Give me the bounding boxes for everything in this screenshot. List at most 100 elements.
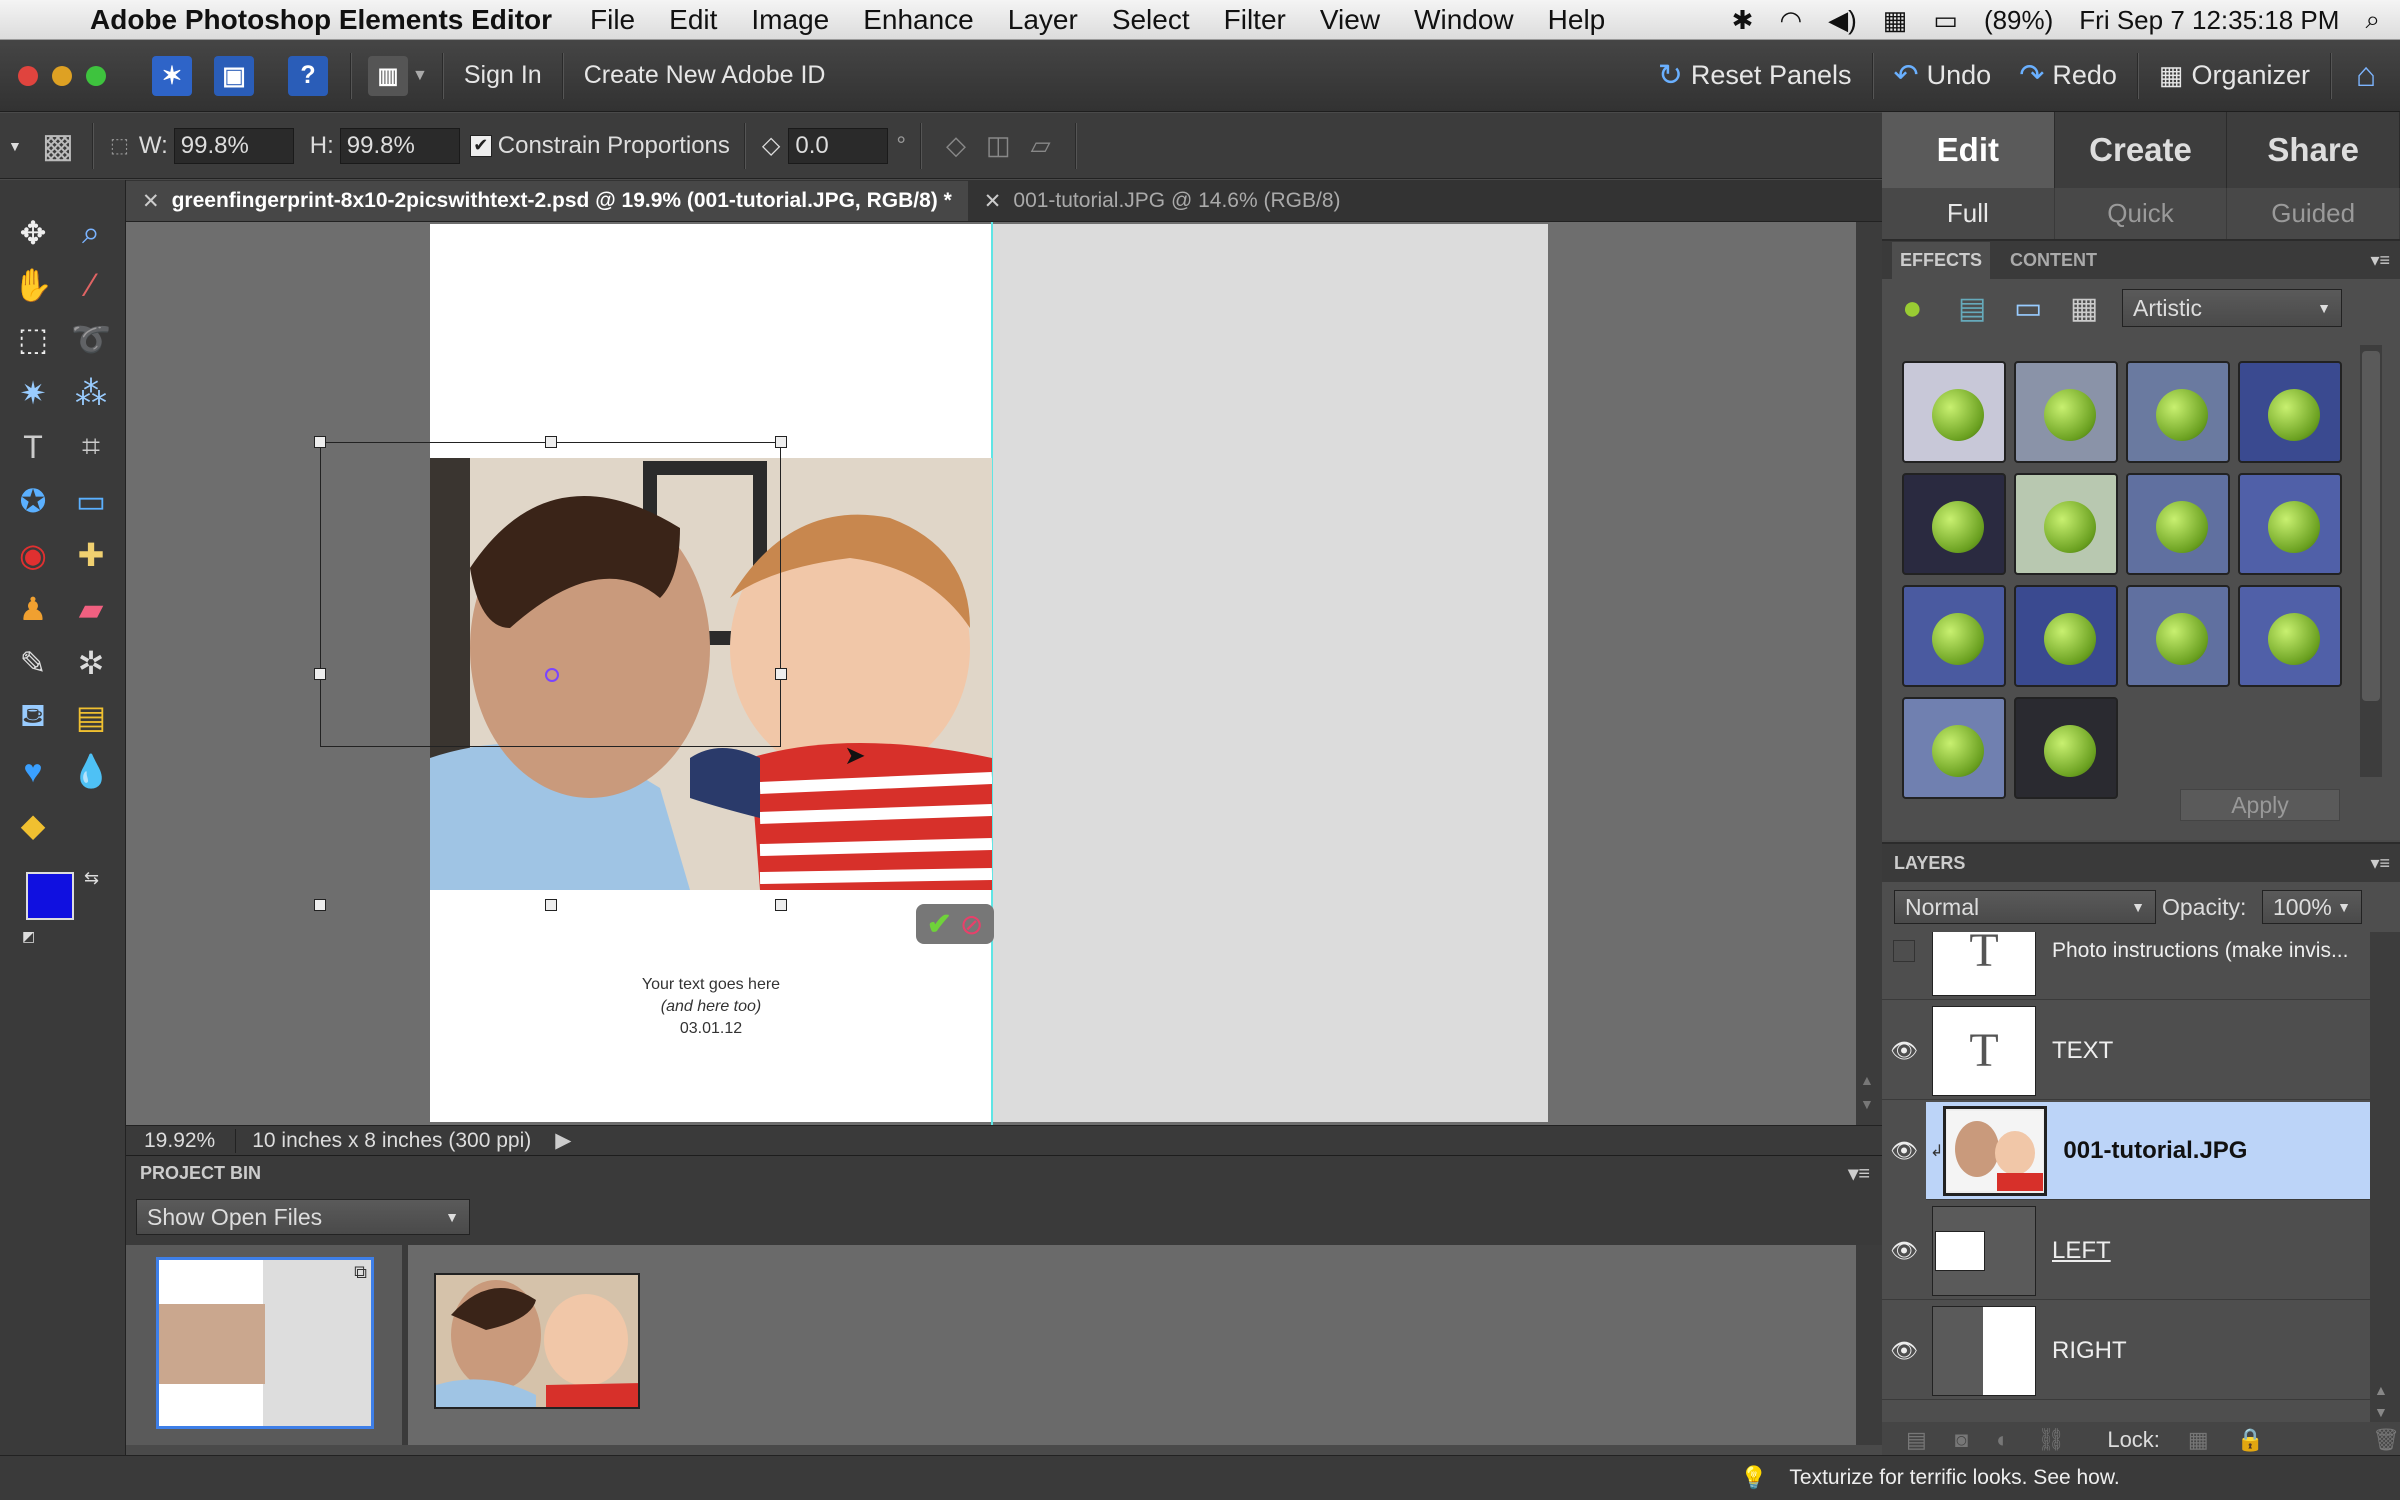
tab-full[interactable]: Full (1882, 188, 2055, 239)
panel-menu-icon[interactable]: ▾≡ (2370, 250, 2390, 271)
canvas-vertical-scrollbar[interactable]: ▲ ▼ (1856, 222, 1882, 1125)
volume-icon[interactable]: ◀) (1828, 5, 1857, 36)
tab-edit[interactable]: Edit (1882, 112, 2055, 188)
eye-icon[interactable]: 👁 (1882, 1338, 1926, 1364)
brush-tool-icon[interactable]: ✎ (10, 640, 56, 686)
gradient-tool-icon[interactable]: ▤ (68, 694, 114, 740)
save-icon[interactable]: ▣ (214, 55, 254, 96)
sign-in-link[interactable]: Sign In (450, 52, 556, 100)
tab-document-jpg[interactable]: ✕ 001-tutorial.JPG @ 14.6% (RGB/8) (968, 181, 1357, 221)
reference-point-grid-icon[interactable]: ▩ (42, 126, 74, 166)
create-adobe-id-link[interactable]: Create New Adobe ID (570, 52, 840, 100)
recompose-tool-icon[interactable]: ▭ (68, 478, 114, 524)
status-menu-arrow-icon[interactable]: ▶ (555, 1128, 571, 1153)
angle-field[interactable]: 0.0 (788, 127, 889, 164)
scroll-up-arrow-icon[interactable]: ▲ (1860, 1072, 1874, 1088)
scroll-up-arrow-icon[interactable]: ▲ (2374, 1382, 2388, 1398)
healing-brush-tool-icon[interactable]: ✚ (68, 532, 114, 578)
project-bin-scrollbar[interactable] (1856, 1245, 1882, 1445)
apply-effect-button[interactable]: Apply (2180, 789, 2340, 821)
height-field[interactable]: 99.8% (339, 127, 460, 164)
effects-scrollbar[interactable] (2360, 345, 2382, 777)
magic-wand-tool-icon[interactable]: ✷ (10, 370, 56, 416)
skew-mode-icon[interactable]: ▱ (1031, 130, 1051, 161)
new-layer-icon[interactable]: ▤ (1906, 1427, 1927, 1453)
all-effects-icon[interactable]: ▦ (2070, 291, 2098, 326)
move-tool-icon[interactable]: ✥ (10, 210, 56, 256)
tab-guided[interactable]: Guided (2227, 188, 2400, 239)
menu-image[interactable]: Image (751, 4, 829, 36)
lock-transparency-icon[interactable]: ▦ (2188, 1427, 2209, 1453)
marquee-tool-icon[interactable]: ⬚ (10, 316, 56, 362)
canvas-area[interactable]: ✔ ⊘ Your text goes here (and here too) 0… (126, 222, 1856, 1125)
tab-document-psd[interactable]: ✕ greenfingerprint-8x10-2picswithtext-2.… (126, 181, 968, 221)
effect-thumbnail[interactable] (2014, 361, 2118, 463)
chevron-down-icon[interactable]: ▼ (412, 67, 428, 85)
effect-thumbnail[interactable] (1902, 585, 2006, 687)
menu-select[interactable]: Select (1112, 4, 1190, 36)
eyedropper-tool-icon[interactable]: ⁄ (68, 262, 114, 308)
link-layers-icon[interactable]: ⛓ (2037, 1427, 2065, 1453)
tip-link[interactable]: Texturize for terrific looks. See how. (1789, 1466, 2119, 1490)
paint-bucket-tool-icon[interactable]: ⛾ (10, 694, 56, 740)
cookie-cutter-tool-icon[interactable]: ✪ (10, 478, 56, 524)
transform-handle[interactable] (775, 436, 787, 448)
scrollbar-thumb[interactable] (2362, 351, 2380, 701)
crop-tool-icon[interactable]: ⌗ (68, 424, 114, 470)
zoom-window-button[interactable] (86, 65, 106, 86)
effect-thumbnail[interactable] (2126, 473, 2230, 575)
zoom-tool-icon[interactable]: ⌕ (68, 210, 114, 256)
layer-row-text[interactable]: 👁 T TEXT (1882, 1002, 2370, 1100)
tab-effects[interactable]: EFFECTS (1892, 241, 1991, 279)
eraser-tool-icon[interactable]: ▰ (68, 586, 114, 632)
transform-handle[interactable] (314, 668, 326, 680)
clock[interactable]: Fri Sep 7 12:35:18 PM (2079, 5, 2339, 36)
thumbnail-psd-document[interactable]: ⧉ (156, 1257, 374, 1429)
filters-icon[interactable]: ● (1902, 289, 1923, 328)
reset-panels-button[interactable]: ↻ Reset Panels (1644, 52, 1866, 100)
menu-edit[interactable]: Edit (669, 4, 717, 36)
transform-handle[interactable] (775, 668, 787, 680)
menu-help[interactable]: Help (1548, 4, 1606, 36)
effect-thumbnail[interactable] (2014, 697, 2118, 799)
effect-thumbnail[interactable] (2238, 361, 2342, 463)
delete-layer-icon[interactable]: 🗑 (2372, 1427, 2400, 1453)
swap-colors-icon[interactable]: ⇆ (84, 868, 99, 889)
quick-selection-tool-icon[interactable]: ⁂ (68, 370, 114, 416)
lasso-tool-icon[interactable]: ➰ (68, 316, 114, 362)
sponge-tool-icon[interactable]: ◆ (10, 802, 56, 848)
type-tool-icon[interactable]: T (10, 424, 56, 470)
scroll-down-arrow-icon[interactable]: ▼ (1860, 1096, 1874, 1112)
eye-icon[interactable]: 👁 (1882, 1238, 1926, 1264)
layer-row-left[interactable]: 👁 LEFT (1882, 1202, 2370, 1300)
menu-window[interactable]: Window (1414, 4, 1514, 36)
help-button[interactable]: ? (288, 55, 328, 96)
zoom-level[interactable]: 19.92% (144, 1128, 237, 1153)
organizer-button[interactable]: ▦ Organizer (2145, 52, 2324, 100)
close-window-button[interactable] (18, 65, 38, 86)
effect-thumbnail[interactable] (2014, 585, 2118, 687)
effect-thumbnail[interactable] (1902, 473, 2006, 575)
width-field[interactable]: 99.8% (173, 127, 294, 164)
spotlight-search-icon[interactable]: ⌕ (2365, 4, 2380, 36)
eye-icon[interactable]: 👁 (1882, 1038, 1926, 1064)
layer-row-photo-instructions[interactable]: T Photo instructions (make invis... (1882, 932, 2370, 1000)
wifi-icon[interactable]: ◠ (1779, 5, 1802, 36)
close-tab-icon[interactable]: ✕ (984, 189, 1002, 214)
commit-checkmark-icon[interactable]: ✔ (927, 907, 952, 942)
cancel-transform-icon[interactable]: ⊘ (960, 908, 983, 941)
effects-category-select[interactable]: Artistic ▼ (2122, 289, 2342, 327)
tool-preset-chevron-icon[interactable]: ▼ (8, 138, 22, 154)
input-menu-icon[interactable]: ▦ (1883, 5, 1908, 36)
battery-icon[interactable]: ▭ (1933, 5, 1958, 36)
blur-tool-icon[interactable]: 💧 (68, 748, 114, 794)
add-mask-icon[interactable]: ◙ (1955, 1427, 1968, 1453)
transform-handle[interactable] (545, 899, 557, 911)
panel-menu-icon[interactable]: ▾≡ (1848, 1161, 1870, 1186)
scale-mode-icon[interactable]: ◫ (986, 130, 1011, 161)
reference-point-icon[interactable] (545, 668, 559, 682)
transform-handle[interactable] (775, 899, 787, 911)
tab-content[interactable]: CONTENT (2010, 250, 2097, 271)
undo-button[interactable]: ↶ Undo (1880, 52, 2006, 100)
effect-thumbnail[interactable] (2126, 585, 2230, 687)
